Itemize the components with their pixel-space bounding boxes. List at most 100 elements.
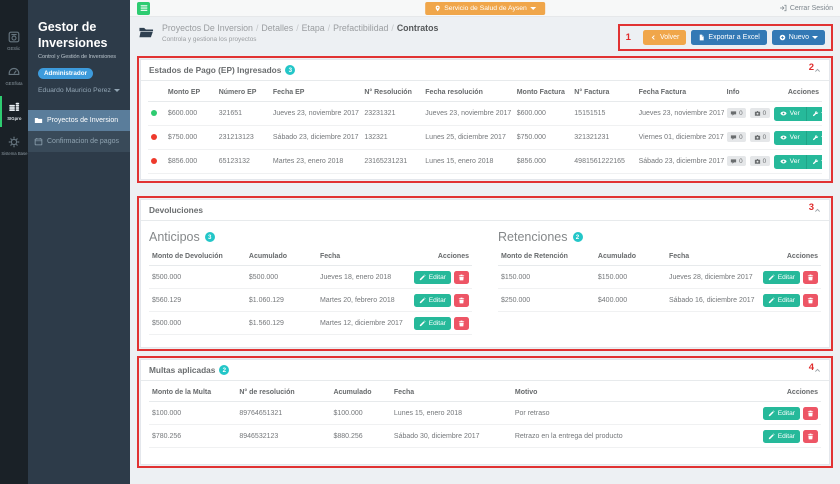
export-excel-button[interactable]: Exportar a Excel bbox=[691, 30, 766, 45]
photos-count-badge[interactable]: 0 bbox=[750, 156, 770, 166]
trash-icon bbox=[807, 433, 814, 440]
gear-icon bbox=[7, 135, 21, 149]
camera-icon bbox=[754, 134, 761, 141]
editar-button[interactable]: Editar bbox=[763, 294, 800, 307]
editar-label: Editar bbox=[778, 433, 795, 440]
cell-monto-factura: $600.000 bbox=[514, 102, 572, 126]
count-badge: 2 bbox=[219, 365, 229, 375]
cell-n-resolucion: 8946532123 bbox=[236, 425, 330, 448]
annotation-box-4: 4 Multas aplicadas 2 Monto de la Multa N… bbox=[137, 356, 833, 468]
comments-count-badge[interactable]: 0 bbox=[727, 108, 747, 118]
editar-button[interactable]: Editar bbox=[414, 271, 451, 284]
cell-info: 0 0 bbox=[724, 126, 771, 150]
count-badge: 3 bbox=[205, 232, 215, 242]
column-header: Fecha bbox=[666, 248, 756, 266]
user-menu[interactable]: Eduardo Mauricio Perez bbox=[38, 87, 120, 94]
photos-count-badge[interactable]: 0 bbox=[750, 108, 770, 118]
annotation-number: 1 bbox=[626, 32, 631, 43]
annotation-box-2: 2 Estados de Pago (EP) Ingresados 3 Mont… bbox=[137, 56, 833, 183]
trash-icon bbox=[807, 297, 814, 304]
comments-count-badge[interactable]: 0 bbox=[727, 156, 747, 166]
column-header: Info bbox=[724, 84, 771, 102]
column-header: Monto de la Multa bbox=[149, 384, 236, 402]
cell-acciones: Ver bbox=[771, 150, 822, 174]
annotation-box-1: 1 Volver Exportar a Excel Nuevo bbox=[618, 24, 833, 51]
column-header: Motivo bbox=[512, 384, 734, 402]
caret-down-icon bbox=[114, 89, 120, 92]
delete-button[interactable] bbox=[454, 317, 469, 330]
new-button[interactable]: Nuevo bbox=[772, 30, 825, 45]
photos-count-badge[interactable]: 0 bbox=[750, 132, 770, 142]
column-header: Acumulado bbox=[330, 384, 390, 402]
ep-row: $600.000 321651 Jueves 23, noviembre 201… bbox=[148, 102, 822, 126]
collapse-panel-button[interactable] bbox=[814, 367, 821, 374]
user-name: Eduardo Mauricio Perez bbox=[38, 87, 111, 94]
row-tools-button[interactable] bbox=[807, 155, 822, 169]
ep-table-header-row: Monto EP Número EP Fecha EP N° Resolució… bbox=[148, 84, 822, 102]
row-tools-button[interactable] bbox=[807, 131, 822, 145]
delete-button[interactable] bbox=[803, 407, 818, 420]
cell-monto: $780.256 bbox=[149, 425, 236, 448]
service-selector-button[interactable]: Servicio de Salud de Aysen bbox=[425, 2, 545, 15]
calendar-icon bbox=[34, 137, 43, 146]
sidebar-item-proyectos[interactable]: Proyectos de Inversion bbox=[28, 110, 130, 131]
cell-acciones: Ver bbox=[771, 126, 822, 150]
editar-button[interactable]: Editar bbox=[763, 407, 800, 420]
folder-icon bbox=[34, 116, 43, 125]
back-button[interactable]: Volver bbox=[643, 30, 686, 45]
service-selector-label: Servicio de Salud de Aysen bbox=[444, 5, 527, 12]
menu-toggle-button[interactable] bbox=[137, 2, 150, 15]
cell-acciones: Editar bbox=[756, 266, 821, 289]
column-header: Fecha bbox=[317, 248, 407, 266]
cell-numero-ep: 231213123 bbox=[216, 126, 270, 150]
breadcrumb-item[interactable]: Detalles bbox=[261, 23, 293, 33]
collapse-panel-button[interactable] bbox=[814, 207, 821, 214]
rail-item-gesflota[interactable]: GESflota bbox=[0, 59, 28, 94]
anticipo-row: $500.000 $1.560.129 Martes 12, diciembre… bbox=[149, 312, 472, 335]
delete-button[interactable] bbox=[454, 294, 469, 307]
column-header: Fecha EP bbox=[270, 84, 361, 102]
ver-button[interactable]: Ver bbox=[774, 131, 807, 145]
ver-button[interactable]: Ver bbox=[774, 107, 807, 121]
cell-acciones: Editar bbox=[734, 402, 821, 425]
editar-button[interactable]: Editar bbox=[414, 317, 451, 330]
delete-button[interactable] bbox=[803, 430, 818, 443]
sidebar-item-confirmacion[interactable]: Confirmacion de pagos bbox=[28, 131, 130, 152]
page-header: Proyectos De Inversion/Detalles/Etapa/Pr… bbox=[137, 21, 833, 56]
annotation-number: 4 bbox=[809, 362, 814, 373]
section-heading: Anticipos 3 bbox=[149, 230, 472, 244]
rail-item-sigpro[interactable]: SIGpro bbox=[0, 94, 28, 129]
sidebar: Gestor de Inversiones Control y Gestión … bbox=[28, 0, 130, 484]
breadcrumb-item[interactable]: Prefactibilidad bbox=[333, 23, 388, 33]
count-badge: 2 bbox=[573, 232, 583, 242]
ver-button[interactable]: Ver bbox=[774, 155, 807, 169]
ep-table-wrap: Monto EP Número EP Fecha EP N° Resolució… bbox=[141, 81, 829, 179]
collapse-panel-button[interactable] bbox=[814, 67, 821, 74]
breadcrumb-item[interactable]: Proyectos De Inversion bbox=[162, 23, 253, 33]
open-folder-icon bbox=[137, 25, 155, 40]
delete-button[interactable] bbox=[454, 271, 469, 284]
logout-button[interactable]: Cerrar Sesión bbox=[779, 4, 833, 12]
rail-item-sistema-base[interactable]: Sistema Base bbox=[0, 129, 28, 164]
editar-button[interactable]: Editar bbox=[763, 271, 800, 284]
cell-monto-ep: $750.000 bbox=[165, 126, 216, 150]
row-tools-button[interactable] bbox=[807, 107, 822, 121]
rail-item-geslic[interactable]: GESlic bbox=[0, 24, 28, 59]
cell-fecha-ep: Sábado 23, diciembre 2017 bbox=[270, 126, 361, 150]
retenciones-section: Retenciones 2 Monto de Retención Acumula… bbox=[498, 221, 821, 335]
comments-count-badge[interactable]: 0 bbox=[727, 132, 747, 142]
column-header: Número EP bbox=[216, 84, 270, 102]
cell-acciones: Editar bbox=[756, 289, 821, 312]
multa-row: $780.256 8946532123 $880.256 Sábado 30, … bbox=[149, 425, 821, 448]
comment-icon bbox=[730, 134, 737, 141]
editar-button[interactable]: Editar bbox=[414, 294, 451, 307]
breadcrumb-item[interactable]: Etapa bbox=[302, 23, 325, 33]
editar-button[interactable]: Editar bbox=[763, 430, 800, 443]
eye-icon bbox=[780, 110, 787, 117]
delete-button[interactable] bbox=[803, 271, 818, 284]
table-header-row: Monto de Devolución Acumulado Fecha Acci… bbox=[149, 248, 472, 266]
panel-title: Multas aplicadas bbox=[149, 365, 215, 375]
annotation-number: 3 bbox=[809, 202, 814, 213]
delete-button[interactable] bbox=[803, 294, 818, 307]
cell-monto-ep: $600.000 bbox=[165, 102, 216, 126]
